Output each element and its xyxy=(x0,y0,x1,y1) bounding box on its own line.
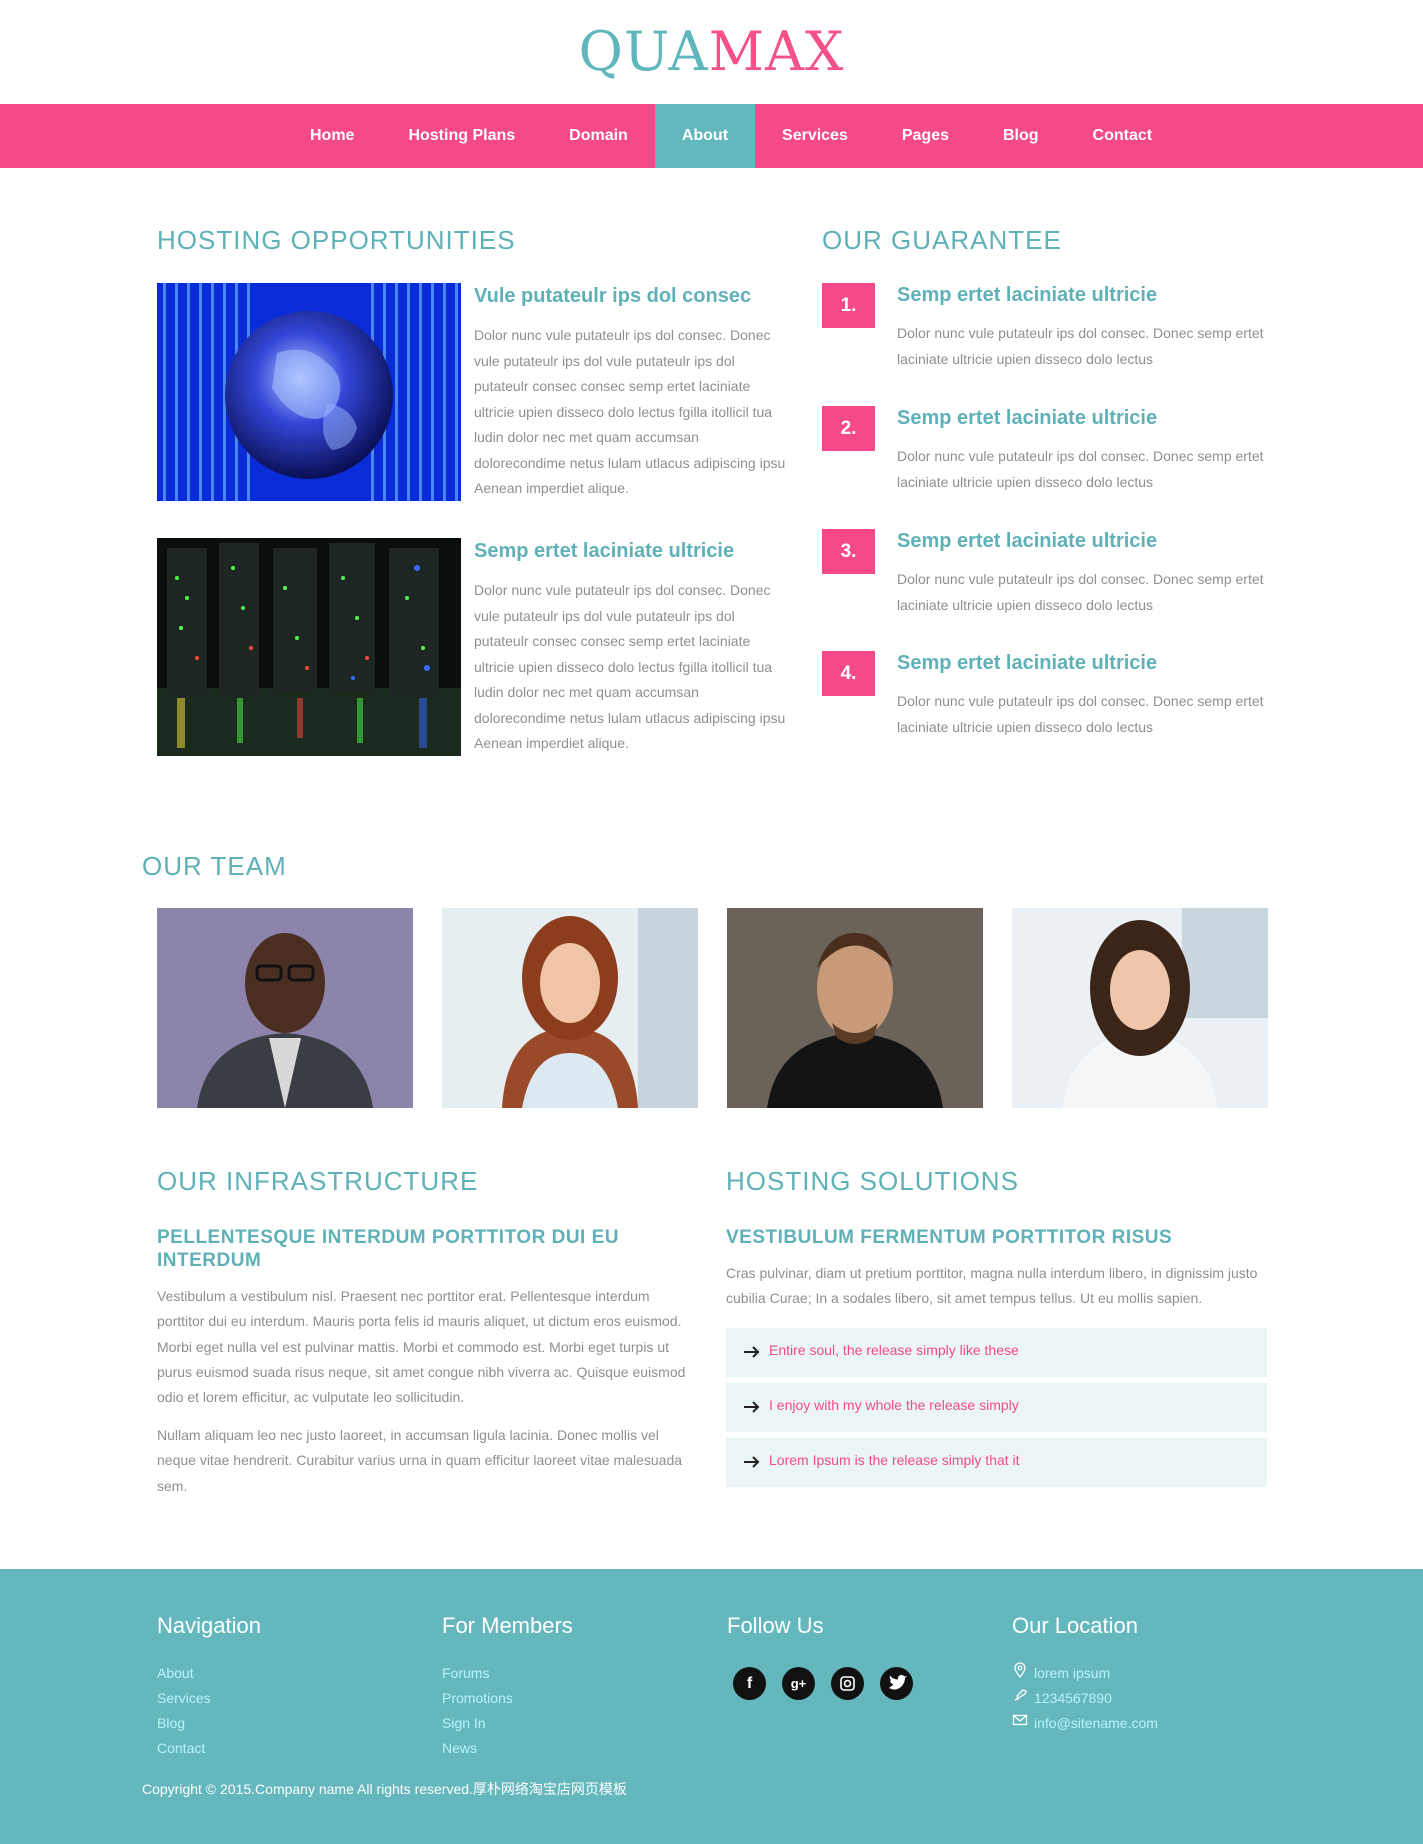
our-guarantee-heading: OUR GUARANTEE xyxy=(822,225,1062,255)
site-logo[interactable]: QUAMAX xyxy=(0,22,1423,82)
footer-link-blog[interactable]: Blog xyxy=(157,1711,417,1736)
server-room-image xyxy=(157,538,461,756)
solution-list-item[interactable]: I enjoy with my whole the release simply xyxy=(726,1383,1267,1432)
envelope-icon xyxy=(1012,1711,1034,1736)
solution-item-label: Lorem Ipsum is the release simply that i… xyxy=(769,1452,1020,1468)
nav-item-home[interactable]: Home xyxy=(283,104,381,168)
solutions-paragraph: Cras pulvinar, diam ut pretium porttitor… xyxy=(726,1265,1258,1307)
site-footer: Navigation About Services Blog Contact F… xyxy=(0,1569,1423,1844)
solution-item-label: Entire soul, the release simply like the… xyxy=(769,1342,1019,1358)
footer-link-about[interactable]: About xyxy=(157,1661,417,1686)
opportunity-item: Semp ertet laciniate ultricie Dolor nunc… xyxy=(157,538,793,756)
solution-list-item[interactable]: Lorem Ipsum is the release simply that i… xyxy=(726,1438,1267,1487)
guarantee-item: 3. Semp ertet laciniate ultricie Dolor n… xyxy=(822,529,1282,629)
nav-item-hosting-plans[interactable]: Hosting Plans xyxy=(381,104,542,168)
footer-link-services[interactable]: Services xyxy=(157,1686,417,1711)
main-navigation-bar: Home Hosting Plans Domain About Services… xyxy=(0,104,1423,168)
hosting-solutions-heading: HOSTING SOLUTIONS xyxy=(726,1166,1019,1196)
infrastructure-paragraph-1: Vestibulum a vestibulum nisl. Praesent n… xyxy=(157,1288,686,1406)
guarantee-text: Dolor nunc vule putateulr ips dol consec… xyxy=(897,693,1264,735)
nav-item-domain[interactable]: Domain xyxy=(542,104,655,168)
location-email: info@sitename.com xyxy=(1012,1711,1272,1736)
guarantee-text: Dolor nunc vule putateulr ips dol consec… xyxy=(897,571,1264,613)
footer-location-heading: Our Location xyxy=(1012,1613,1138,1638)
footer-link-forums[interactable]: Forums xyxy=(442,1661,702,1686)
guarantee-item: 1. Semp ertet laciniate ultricie Dolor n… xyxy=(822,283,1282,383)
map-pin-icon xyxy=(1012,1661,1034,1686)
nav-item-pages[interactable]: Pages xyxy=(875,104,976,168)
footer-members-heading: For Members xyxy=(442,1613,573,1638)
opportunity-title[interactable]: Vule putateulr ips dol consec xyxy=(474,285,751,308)
google-plus-icon[interactable]: g+ xyxy=(782,1667,815,1700)
arrow-right-icon xyxy=(742,1341,762,1363)
footer-location-column: Our Location lorem ipsum 1234567890 info… xyxy=(1012,1611,1272,1736)
arrow-right-icon xyxy=(742,1451,762,1473)
guarantee-title[interactable]: Semp ertet laciniate ultricie xyxy=(897,530,1157,553)
our-infrastructure-heading: OUR INFRASTRUCTURE xyxy=(157,1166,479,1196)
logo-part-1: QUA xyxy=(578,20,709,83)
nav-item-blog[interactable]: Blog xyxy=(976,104,1066,168)
team-member-woman-redhair[interactable] xyxy=(442,908,698,1108)
team-member-woman-smiling[interactable] xyxy=(1012,908,1268,1108)
globe-binary-image xyxy=(157,283,461,501)
nav-item-contact[interactable]: Contact xyxy=(1066,104,1180,168)
solution-list-item[interactable]: Entire soul, the release simply like the… xyxy=(726,1328,1267,1377)
infrastructure-paragraph-2: Nullam aliquam leo nec justo laoreet, in… xyxy=(157,1427,683,1494)
guarantee-title[interactable]: Semp ertet laciniate ultricie xyxy=(897,284,1157,307)
logo-part-2: MAX xyxy=(708,20,845,83)
guarantee-number-badge: 2. xyxy=(822,406,875,451)
instagram-icon[interactable] xyxy=(831,1667,864,1700)
opportunity-item: Vule putateulr ips dol consec Dolor nunc… xyxy=(157,283,793,501)
solution-item-label: I enjoy with my whole the release simply xyxy=(769,1397,1019,1413)
email-text[interactable]: info@sitename.com xyxy=(1034,1711,1158,1736)
guarantee-title[interactable]: Semp ertet laciniate ultricie xyxy=(897,407,1157,430)
team-member-man-black-shirt[interactable] xyxy=(727,908,983,1108)
guarantee-item: 4. Semp ertet laciniate ultricie Dolor n… xyxy=(822,651,1282,751)
opportunity-text: Dolor nunc vule putateulr ips dol consec… xyxy=(474,582,786,751)
copyright-text: Copyright © 2015.Company name All rights… xyxy=(142,1781,627,1797)
address-text: lorem ipsum xyxy=(1034,1665,1111,1681)
phone-text[interactable]: 1234567890 xyxy=(1034,1686,1112,1711)
main-nav: Home Hosting Plans Domain About Services… xyxy=(283,104,1179,168)
footer-follow-column: Follow Us f g+ xyxy=(727,1611,987,1700)
social-icons: f g+ xyxy=(733,1667,987,1700)
guarantee-number-badge: 3. xyxy=(822,529,875,574)
facebook-icon[interactable]: f xyxy=(733,1667,766,1700)
guarantee-item: 2. Semp ertet laciniate ultricie Dolor n… xyxy=(822,406,1282,506)
footer-follow-heading: Follow Us xyxy=(727,1613,824,1638)
location-phone: 1234567890 xyxy=(1012,1686,1272,1711)
guarantee-number-badge: 4. xyxy=(822,651,875,696)
hosting-opportunities-heading: HOSTING OPPORTUNITIES xyxy=(157,225,516,255)
opportunity-title[interactable]: Semp ertet laciniate ultricie xyxy=(474,540,734,563)
footer-link-news[interactable]: News xyxy=(442,1736,702,1761)
guarantee-text: Dolor nunc vule putateulr ips dol consec… xyxy=(897,448,1264,490)
location-address: lorem ipsum xyxy=(1012,1661,1272,1686)
footer-navigation-column: Navigation About Services Blog Contact xyxy=(157,1611,417,1761)
twitter-icon[interactable] xyxy=(880,1667,913,1700)
solutions-subheading: VESTIBULUM FERMENTUM PORTTITOR RISUS xyxy=(726,1227,1173,1248)
nav-item-services[interactable]: Services xyxy=(755,104,875,168)
phone-icon xyxy=(1012,1686,1034,1711)
infrastructure-subheading: PELLENTESQUE INTERDUM PORTTITOR DUI EU I… xyxy=(157,1227,620,1271)
guarantee-title[interactable]: Semp ertet laciniate ultricie xyxy=(897,652,1157,675)
our-team-heading: OUR TEAM xyxy=(142,851,287,881)
footer-link-promotions[interactable]: Promotions xyxy=(442,1686,702,1711)
arrow-right-icon xyxy=(742,1396,762,1418)
guarantee-number-badge: 1. xyxy=(822,283,875,328)
footer-members-column: For Members Forums Promotions Sign In Ne… xyxy=(442,1611,702,1761)
guarantee-text: Dolor nunc vule putateulr ips dol consec… xyxy=(897,325,1264,367)
team-member-man-glasses[interactable] xyxy=(157,908,413,1108)
footer-navigation-heading: Navigation xyxy=(157,1613,261,1638)
footer-link-sign-in[interactable]: Sign In xyxy=(442,1711,702,1736)
opportunity-text: Dolor nunc vule putateulr ips dol consec… xyxy=(474,327,786,496)
footer-link-contact[interactable]: Contact xyxy=(157,1736,417,1761)
nav-item-about[interactable]: About xyxy=(654,104,756,168)
